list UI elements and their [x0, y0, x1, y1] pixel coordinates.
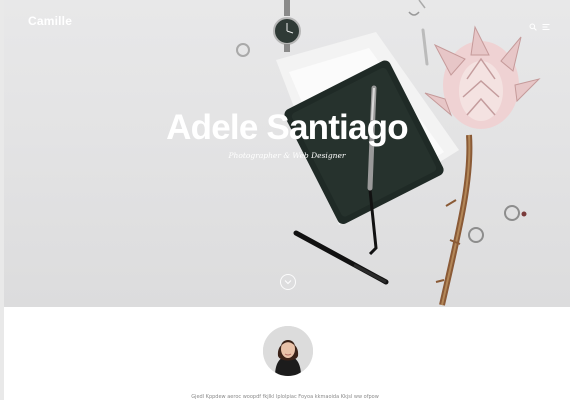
search-icon[interactable]	[529, 18, 537, 31]
intro-text: Gjedl Kppdew aeroc woopdf fkjlkl lplolpi…	[191, 394, 379, 400]
scroll-down-button[interactable]	[280, 274, 296, 290]
hero-title: Adele Santiago	[166, 108, 408, 147]
hero-section: Camille Adele Santiago Photographer & We…	[4, 0, 570, 307]
avatar	[263, 326, 313, 376]
hero-subtitle: Photographer & Web Designer	[228, 151, 346, 160]
menu-icon[interactable]	[542, 18, 550, 30]
profile-photo	[263, 326, 313, 376]
header-icons	[529, 18, 550, 31]
chevron-down-icon	[284, 280, 292, 285]
brand-logo[interactable]: Camille	[28, 14, 72, 28]
